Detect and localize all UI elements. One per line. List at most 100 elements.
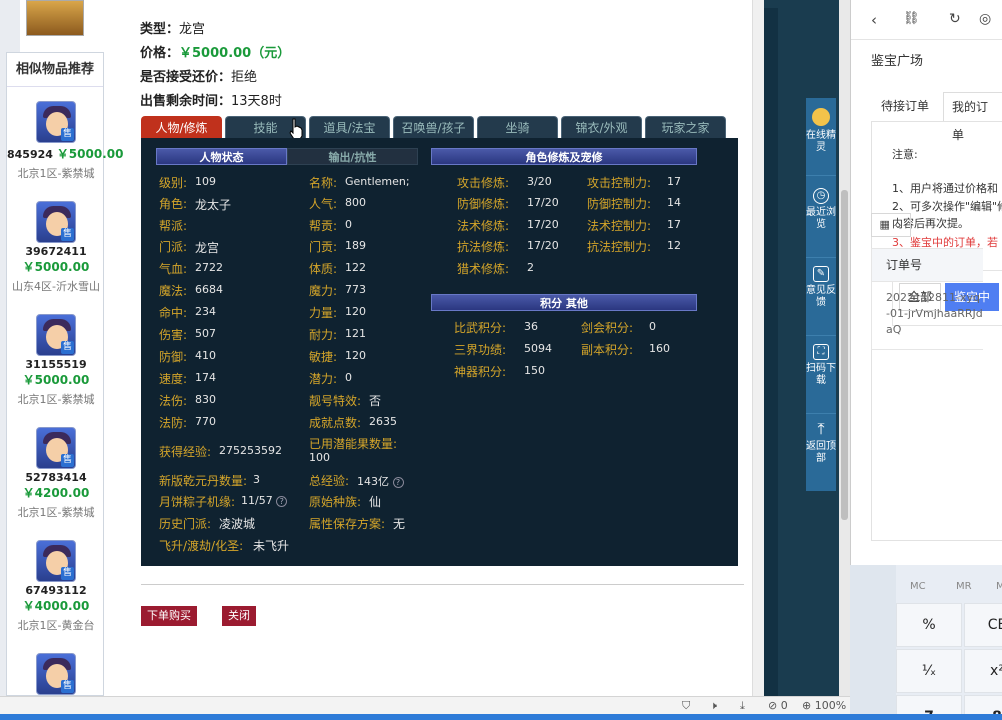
points-value: 160: [649, 342, 670, 355]
tab-pets[interactable]: 召唤兽/孩子: [393, 116, 474, 138]
item-avatar[interactable]: 售: [36, 653, 76, 695]
order-tabs: 待接订单 我的订单: [871, 92, 1002, 142]
tab-character[interactable]: 人物/修炼: [141, 116, 222, 138]
similar-item[interactable]: 售: [7, 653, 105, 695]
divider: [141, 584, 744, 585]
item-server: 北京1区-紫禁城: [17, 506, 95, 519]
points-value: 150: [524, 364, 545, 377]
section-output-resist[interactable]: 输出/抗性: [287, 148, 418, 165]
mc-button[interactable]: MC: [910, 581, 926, 592]
moon-value: 11/57 ?: [241, 494, 288, 507]
item-id: 31155519: [25, 358, 87, 371]
column-settings-button[interactable]: ▦ ⌄: [871, 213, 911, 237]
control-value: 12: [667, 239, 681, 252]
m-button[interactable]: M: [996, 581, 1002, 592]
tab-player-home[interactable]: 玩家之家: [645, 116, 726, 138]
type-label: 类型：: [140, 22, 180, 37]
stat-value: 770: [195, 415, 216, 428]
sale-tag: 售: [61, 341, 74, 354]
stat-label: 力量:: [309, 306, 338, 320]
item-id-price: 845924 ￥5000.00: [7, 145, 123, 162]
reciprocal-key[interactable]: ¹⁄ₓ: [896, 649, 962, 693]
stat-value: 否: [369, 394, 382, 408]
zoom-level[interactable]: ⊕ 100%: [802, 699, 846, 712]
side-toolbar: 在线精灵 ◷ 最近浏览 ✎ 意见反馈 ⛶ 扫码下载 ⤒ 返回顶部: [806, 98, 836, 491]
cult-label: 抗法修炼:: [457, 240, 510, 254]
clear-entry-key[interactable]: CE: [964, 603, 1002, 647]
stat-label: 角色:: [159, 197, 188, 211]
stat-label: 靓号特效:: [309, 394, 362, 408]
chevron-down-icon: ⌄: [893, 218, 903, 231]
cult-label: 攻击修炼:: [457, 176, 510, 190]
similar-items-panel: 相似物品推荐 售 845924 ￥5000.00 北京1区-紫禁城 售 3967…: [6, 52, 123, 696]
popup-toolbar: ‹ ⛓ ↻ ◎: [851, 0, 1002, 40]
qiankun-value: 3: [253, 473, 260, 486]
stat-value: 龙宫: [195, 241, 220, 255]
hand-cursor-icon: [289, 118, 303, 140]
control-label: 防御控制力:: [587, 197, 652, 211]
refresh-icon[interactable]: ↻: [949, 11, 961, 27]
price-row: 价格：￥5000.00（元）: [140, 42, 290, 61]
item-avatar[interactable]: 售: [36, 201, 76, 243]
exp-label: 获得经验:: [159, 445, 212, 459]
stat-value: 122: [345, 261, 366, 274]
back-icon[interactable]: ‹: [871, 11, 877, 29]
similar-item[interactable]: 售 31155519 ￥5000.00 北京1区-紫禁城: [7, 314, 105, 407]
control-label: 攻击控制力:: [587, 176, 652, 190]
notice-line: 2、可多次操作"编辑"修: [892, 200, 1002, 213]
section-char-status[interactable]: 人物状态: [156, 148, 287, 165]
stat-value: 109: [195, 175, 216, 188]
back-to-top-button[interactable]: ⤒ 返回顶部: [806, 414, 836, 491]
online-elf-button[interactable]: 在线精灵: [806, 104, 836, 176]
recent-browse-button[interactable]: ◷ 最近浏览: [806, 180, 836, 258]
help-icon[interactable]: ?: [392, 476, 404, 488]
square-key[interactable]: x²: [964, 649, 1002, 693]
tab-mounts[interactable]: 坐骑: [477, 116, 558, 138]
attr-scheme-value: 无: [393, 517, 406, 531]
tab-outfits[interactable]: 锦衣/外观: [561, 116, 642, 138]
page-scrollbar[interactable]: [752, 0, 764, 696]
type-row: 类型：龙宫: [140, 18, 205, 37]
scan-download-button[interactable]: ⛶ 扫码下载: [806, 336, 836, 414]
similar-item[interactable]: 售 52783414 ￥4200.00 北京1区-紫禁城: [7, 427, 105, 520]
used-fruit-value: 100: [309, 451, 330, 464]
item-avatar[interactable]: 售: [36, 101, 76, 143]
globe-icon[interactable]: ◎: [979, 11, 991, 27]
stat-value: 0: [345, 218, 352, 231]
shield-icon[interactable]: ⛉: [682, 699, 690, 713]
speaker-icon[interactable]: 🕨: [710, 699, 717, 713]
stat-label: 门派:: [159, 240, 188, 254]
scrollbar-thumb[interactable]: [841, 190, 848, 520]
feedback-button[interactable]: ✎ 意见反馈: [806, 258, 836, 336]
help-icon[interactable]: ?: [276, 495, 288, 507]
item-price: ￥5000.00: [22, 373, 90, 387]
tab-pending-orders[interactable]: 待接订单: [881, 92, 929, 122]
tab-items[interactable]: 道具/法宝: [309, 116, 390, 138]
item-avatar[interactable]: 售: [36, 540, 76, 582]
similar-item[interactable]: 售 67493112 ￥4000.00 北京1区-黄金台: [7, 540, 105, 633]
history-value: 凌波城: [219, 517, 256, 531]
percent-key[interactable]: %: [896, 603, 962, 647]
close-button[interactable]: 关闭: [222, 606, 256, 626]
tab-my-orders[interactable]: 我的订单: [943, 92, 1002, 142]
browser-status-bar: ⛉ 🕨 ⤓ ⊘ 0 ⊕ 100%: [0, 696, 850, 714]
character-avatar: [26, 0, 84, 36]
buy-button[interactable]: 下单购买: [141, 606, 197, 626]
similar-item[interactable]: 售 845924 ￥5000.00 北京1区-紫禁城: [7, 101, 123, 181]
block-counter[interactable]: ⊘ 0: [768, 699, 788, 712]
link-icon[interactable]: ⛓: [903, 11, 920, 26]
race-label: 原始种族:: [309, 495, 362, 509]
main-page: 类型：龙宫 价格：￥5000.00（元） 是否接受还价：拒绝 出售剩余时间：13…: [0, 0, 764, 696]
similar-item[interactable]: 售 39672411 ￥5000.00 山东4区-沂水雪山: [7, 201, 105, 294]
download-icon[interactable]: ⤓: [740, 699, 745, 713]
mr-button[interactable]: MR: [956, 581, 972, 592]
item-avatar[interactable]: 售: [36, 314, 76, 356]
stat-value: 0: [345, 371, 352, 384]
browser-scrollbar[interactable]: [839, 0, 850, 696]
item-avatar[interactable]: 售: [36, 427, 76, 469]
stat-label: 级别:: [159, 176, 188, 190]
stat-label: 命中:: [159, 306, 188, 320]
item-id: 39672411: [25, 245, 87, 258]
control-value: 17: [667, 175, 681, 188]
memory-row: MC MR M: [896, 575, 1002, 597]
